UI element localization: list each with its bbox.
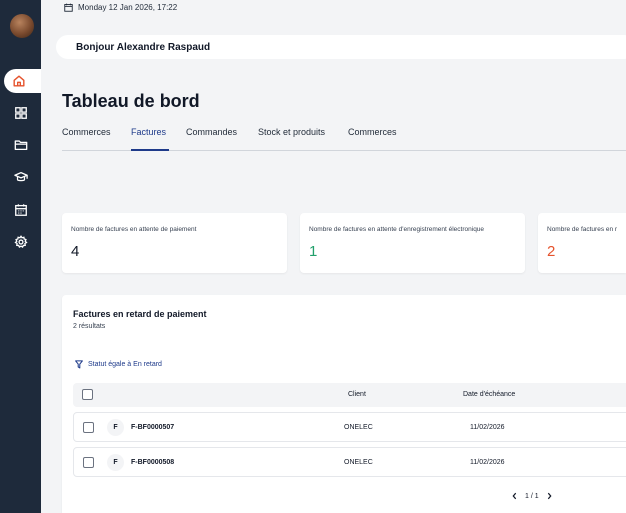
sidebar-item-settings[interactable]: [0, 230, 41, 254]
invoice-number[interactable]: F-BF0000508: [131, 459, 174, 466]
kpi-card-late[interactable]: Nombre de factures en r 2: [538, 213, 626, 273]
dashboard-tabs: Commerces Factures Commandes Stock et pr…: [62, 125, 626, 151]
company-logo[interactable]: [10, 14, 34, 38]
row-checkbox[interactable]: [83, 422, 94, 433]
invoice-number[interactable]: F-BF0000507: [131, 424, 174, 431]
kpi-card-pending-e-registration[interactable]: Nombre de factures en attente d'enregist…: [300, 213, 525, 273]
sidebar-item-home[interactable]: [4, 69, 41, 93]
greeting-text: Bonjour Alexandre Raspaud: [76, 41, 211, 53]
tab-commandes[interactable]: Commandes: [186, 127, 237, 137]
sidebar-item-calendar[interactable]: [0, 198, 41, 222]
invoice-due-date: 11/02/2026: [470, 424, 505, 431]
table-header: Client Date d'échéance: [73, 383, 626, 407]
column-header-client[interactable]: Client: [348, 391, 366, 398]
dashboard-grid-icon: [14, 107, 27, 119]
sidebar-item-dashboard[interactable]: [0, 101, 41, 125]
table-row[interactable]: F F-BF0000508 ONELEC 11/02/2026: [73, 447, 626, 477]
page-title: Tableau de bord: [62, 91, 200, 111]
panel-title: Factures en retard de paiement: [73, 309, 207, 319]
kpi-label: Nombre de factures en attente de paiemen…: [71, 226, 197, 233]
status-filter[interactable]: Statut égale à En retard: [75, 360, 162, 369]
folder-icon: [14, 140, 27, 151]
invoice-client: ONELEC: [344, 459, 373, 466]
kpi-value: 2: [547, 243, 556, 260]
late-invoices-panel: Factures en retard de paiement 2 résulta…: [62, 295, 626, 513]
page-indicator: 1 / 1: [525, 492, 539, 500]
invoice-client: ONELEC: [344, 424, 373, 431]
tab-stock-et-produits[interactable]: Stock et produits: [258, 127, 325, 137]
invoice-avatar: F: [107, 419, 124, 436]
active-tab-indicator: [131, 149, 169, 151]
filter-icon: [75, 360, 83, 369]
kpi-value: 1: [309, 243, 318, 260]
invoice-due-date: 11/02/2026: [470, 459, 505, 466]
kpi-value: 4: [71, 243, 80, 260]
kpi-label: Nombre de factures en attente d'enregist…: [309, 226, 485, 233]
graduation-cap-icon: [13, 172, 28, 182]
home-icon: [13, 75, 25, 87]
sidebar-item-training[interactable]: [0, 165, 41, 189]
tab-commerces-2[interactable]: Commerces: [348, 127, 397, 137]
tab-commerces[interactable]: Commerces: [62, 127, 111, 137]
tab-factures[interactable]: Factures: [131, 127, 166, 137]
column-header-due-date[interactable]: Date d'échéance: [463, 391, 515, 398]
calendar-icon: [64, 3, 73, 12]
table-row[interactable]: F F-BF0000507 ONELEC 11/02/2026: [73, 412, 626, 442]
filter-label: Statut égale à En retard: [88, 361, 162, 368]
pagination: 1 / 1: [511, 492, 553, 500]
sidebar-item-documents[interactable]: [0, 133, 41, 157]
gear-icon: [13, 235, 28, 249]
kpi-label: Nombre de factures en r: [547, 226, 618, 233]
sidebar: [0, 0, 41, 513]
calendar-icon: [14, 204, 27, 216]
chevron-left-icon[interactable]: [511, 492, 518, 500]
greeting-bar: Bonjour Alexandre Raspaud: [56, 35, 626, 59]
select-all-checkbox[interactable]: [82, 389, 93, 400]
kpi-card-pending-payment[interactable]: Nombre de factures en attente de paiemen…: [62, 213, 287, 273]
row-checkbox[interactable]: [83, 457, 94, 468]
results-count: 2 résultats: [73, 323, 106, 330]
datetime-text: Monday 12 Jan 2026, 17:22: [78, 3, 178, 12]
current-datetime: Monday 12 Jan 2026, 17:22: [64, 3, 177, 12]
invoice-avatar: F: [107, 454, 124, 471]
chevron-right-icon[interactable]: [546, 492, 553, 500]
